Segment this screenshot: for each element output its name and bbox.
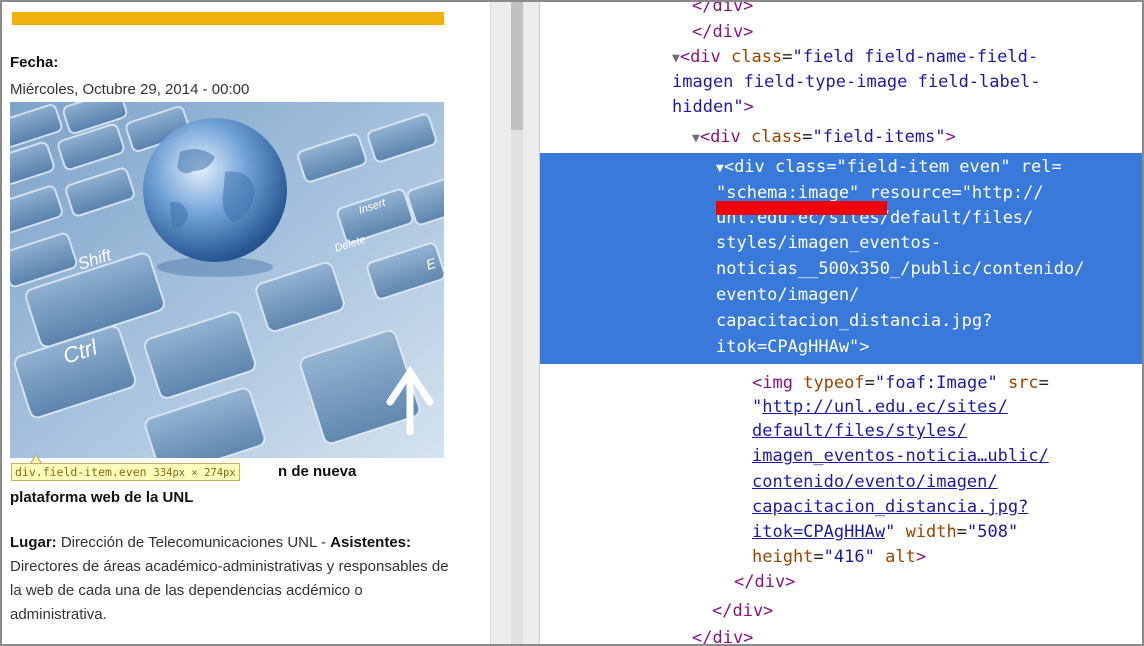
screenshot-frame: Fecha: Miércoles, Octubre 29, 2014 - 00:…: [0, 0, 1144, 646]
img-src-link[interactable]: capacitacion_distancia.jpg?: [752, 497, 1028, 517]
expand-triangle-icon[interactable]: ▼: [716, 161, 724, 176]
dom-node-wrap: capacitacion_distancia.jpg?: [716, 311, 993, 331]
img-src-link[interactable]: http://unl.edu.ec/sites/: [762, 397, 1008, 417]
dom-node-wrap: height="416" alt>: [752, 547, 927, 567]
dom-node-close-div[interactable]: </div>: [692, 20, 753, 45]
asistentes-text: Directores de áreas académico-administra…: [10, 558, 449, 623]
expand-triangle-icon[interactable]: ▼: [692, 131, 700, 146]
lugar-label: Lugar:: [10, 534, 57, 551]
dom-node-wrap: noticias__500x350_/public/contenido/: [716, 259, 1085, 279]
redaction-mark: [716, 201, 887, 215]
event-title-line1-tail: n de nueva: [278, 463, 357, 480]
dom-node-line: </div>: [692, 2, 754, 16]
lugar-text: Dirección de Telecomunicaciones UNL -: [56, 534, 331, 551]
img-src-link[interactable]: itok=CPAgHHAw: [752, 522, 885, 542]
dom-node-close-div[interactable]: </div>: [712, 599, 773, 624]
expand-triangle-icon[interactable]: ▼: [672, 51, 680, 66]
dom-node-wrap: default/files/styles/: [752, 419, 967, 444]
tooltip-size: 334px × 274px: [153, 467, 236, 479]
element-inspect-tooltip: div.field-item.even 334px × 274px: [11, 463, 240, 481]
img-src-link[interactable]: default/files/styles/: [752, 421, 967, 441]
dom-node-wrap: imagen_eventos-noticia…ublic/: [752, 444, 1049, 469]
selected-dom-node[interactable]: ▼<div class="field-item even" rel= "sche…: [540, 153, 1142, 364]
date-value: Miércoles, Octubre 29, 2014 - 00:00: [10, 81, 250, 98]
web-page-viewport: Fecha: Miércoles, Octubre 29, 2014 - 00:…: [2, 2, 490, 644]
dom-node-img[interactable]: <img typeof="foaf:Image" src=: [752, 371, 1049, 396]
dom-node-close-div[interactable]: </div>: [734, 570, 795, 595]
dom-node-field-imagen[interactable]: ▼<div class="field field-name-field-: [672, 45, 1038, 70]
devtools-elements-panel: </div> </div> ▼<div class="field field-n…: [540, 2, 1142, 644]
page-scrollbar[interactable]: [490, 2, 540, 644]
scrollbar-thumb[interactable]: [511, 2, 523, 130]
dom-node-wrap: itok=CPAgHHAw">: [716, 337, 870, 357]
dom-node-wrap: contenido/evento/imagen/: [752, 470, 998, 495]
dom-node-field-item-even: ▼<div class="field-item even" rel=: [716, 157, 1062, 177]
dom-node-wrap: "http://unl.edu.ec/sites/: [752, 397, 1008, 417]
event-title-line2: plataforma web de la UNL: [10, 489, 194, 506]
dom-node-wrap: evento/imagen/: [716, 285, 860, 305]
event-image[interactable]: Shift Ctrl Delete Insert E: [10, 102, 444, 458]
asistentes-label: Asistentes:: [330, 534, 411, 551]
date-label: Fecha:: [10, 54, 59, 71]
img-src-link[interactable]: contenido/evento/imagen/: [752, 472, 998, 492]
dom-node-close-div[interactable]: </div>: [692, 626, 753, 644]
dom-node-wrap: hidden">: [672, 97, 754, 117]
tooltip-selector: div.field-item.even: [15, 465, 147, 479]
dom-node-field-items[interactable]: ▼<div class="field-items">: [692, 125, 956, 150]
dom-node-wrap: styles/imagen_eventos-: [716, 233, 942, 253]
dom-node-wrap: itok=CPAgHHAw" width="508": [752, 522, 1019, 542]
dom-node-wrap: capacitacion_distancia.jpg?: [752, 495, 1028, 520]
img-src-link[interactable]: imagen_eventos-noticia…ublic/: [752, 446, 1049, 466]
event-description: Lugar: Dirección de Telecomunicaciones U…: [10, 531, 450, 627]
header-accent-bar: [12, 12, 444, 25]
dom-node-wrap: imagen field-type-image field-label-: [672, 72, 1041, 92]
